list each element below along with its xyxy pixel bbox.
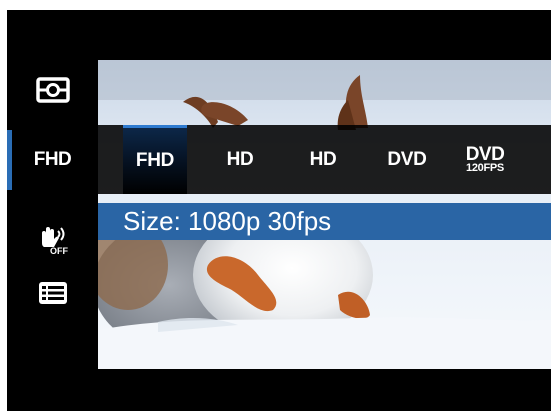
- metering-icon: [35, 77, 70, 103]
- selected-indicator: [7, 130, 12, 190]
- resolution-option-bar: FHD HD HD DVD DVD 120FPS: [98, 125, 551, 194]
- settings-sidebar: FHD OFF: [7, 60, 98, 369]
- dvd-120fps-label: DVD 120FPS: [466, 145, 505, 174]
- stabilization-off-icon: OFF: [41, 227, 68, 255]
- sidebar-item-movie-size[interactable]: FHD: [7, 130, 98, 190]
- option-hd-2[interactable]: HD: [291, 125, 355, 194]
- size-info-text: Size: 1080p 30fps: [123, 206, 332, 236]
- option-label: DVD: [387, 148, 427, 170]
- option-hd-1[interactable]: HD: [208, 125, 272, 194]
- sidebar-item-menu[interactable]: [7, 263, 98, 323]
- option-label: HD: [226, 148, 254, 170]
- option-label: HD: [309, 148, 337, 170]
- sidebar-item-stabilization[interactable]: OFF: [7, 210, 98, 270]
- size-info-bar: Size: 1080p 30fps: [98, 203, 551, 240]
- sidebar-item-label: FHD: [33, 149, 72, 170]
- option-dvd[interactable]: DVD: [375, 125, 439, 194]
- option-sublabel: 120FPS: [466, 162, 504, 174]
- list-menu-icon: [38, 282, 67, 304]
- camera-screen: FHD OFF FHD HD HD DVD DVD 120FPS Size: 1…: [7, 10, 551, 411]
- option-dvd-120fps[interactable]: DVD 120FPS: [453, 125, 517, 194]
- icon-text-off: OFF: [50, 246, 68, 255]
- sidebar-item-metering[interactable]: [7, 60, 98, 120]
- option-fhd[interactable]: FHD: [123, 125, 187, 194]
- option-label: FHD: [135, 150, 175, 171]
